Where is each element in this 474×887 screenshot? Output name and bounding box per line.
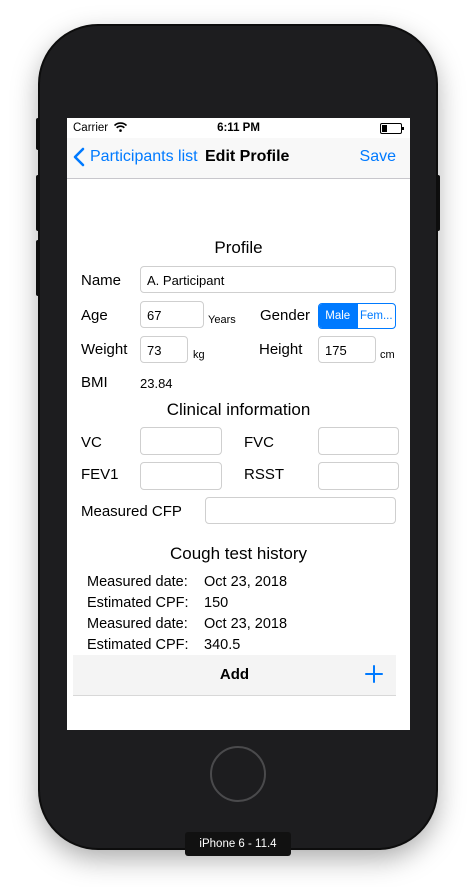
history-cpf-value: 340.5 [204, 637, 241, 653]
back-button[interactable]: Participants list [90, 148, 198, 166]
height-label: Height [259, 341, 303, 358]
history-date-label: Measured date: [87, 616, 188, 632]
rsst-field[interactable] [318, 462, 399, 490]
cfp-field[interactable] [205, 497, 396, 524]
name-label: Name [81, 272, 122, 289]
history-cpf-label: Estimated CPF: [87, 637, 189, 653]
vc-label: VC [81, 434, 102, 451]
rsst-label: RSST [244, 466, 285, 483]
fev1-field[interactable] [140, 462, 222, 490]
age-field[interactable]: 67 [140, 301, 204, 328]
home-button [210, 746, 266, 802]
history-date-label: Measured date: [87, 574, 188, 590]
fev1-label: FEV1 [81, 466, 119, 483]
navigation-bar: Participants list Edit Profile Save [67, 138, 410, 179]
add-button[interactable]: Add [73, 655, 396, 696]
status-bar: Carrier 6:11 PM [67, 118, 410, 138]
weight-field[interactable]: 73 [140, 336, 188, 363]
height-unit: cm [380, 349, 395, 361]
history-date-value: Oct 23, 2018 [204, 616, 288, 632]
plus-icon[interactable] [364, 664, 384, 684]
page-title: Edit Profile [205, 148, 290, 165]
history-section-title: Cough test history [169, 544, 307, 563]
name-field[interactable]: A. Participant [140, 266, 396, 293]
chevron-left-icon[interactable] [72, 146, 86, 168]
clinical-section-title: Clinical information [166, 400, 311, 419]
gender-label: Gender [260, 307, 311, 324]
device-label: iPhone 6 - 11.4 [185, 832, 291, 856]
height-field[interactable]: 175 [318, 336, 376, 363]
history-cpf-value: 150 [204, 595, 229, 611]
save-button[interactable]: Save [360, 148, 396, 166]
age-unit: Years [208, 314, 236, 326]
bmi-label: BMI [81, 374, 108, 391]
history-date-value: Oct 23, 2018 [204, 574, 288, 590]
fvc-field[interactable] [318, 427, 399, 455]
status-time: 6:11 PM [217, 122, 260, 134]
weight-label: Weight [81, 341, 128, 358]
gender-option-female[interactable]: Fem... [356, 304, 396, 328]
profile-section-title: Profile [214, 238, 263, 257]
gender-option-male[interactable]: Male [319, 304, 357, 328]
gender-segmented-control: Male Fem... [318, 303, 396, 329]
fvc-label: FVC [244, 434, 274, 451]
cfp-label: Measured CFP [81, 503, 182, 520]
weight-unit: kg [193, 349, 205, 361]
add-label: Add [219, 666, 250, 683]
age-label: Age [81, 307, 108, 324]
history-cpf-label: Estimated CPF: [87, 595, 189, 611]
bmi-value: 23.84 [140, 376, 173, 391]
battery-icon [380, 123, 404, 134]
vc-field[interactable] [140, 427, 222, 455]
screen: Carrier 6:11 PM Participants list Edit P… [67, 118, 410, 730]
